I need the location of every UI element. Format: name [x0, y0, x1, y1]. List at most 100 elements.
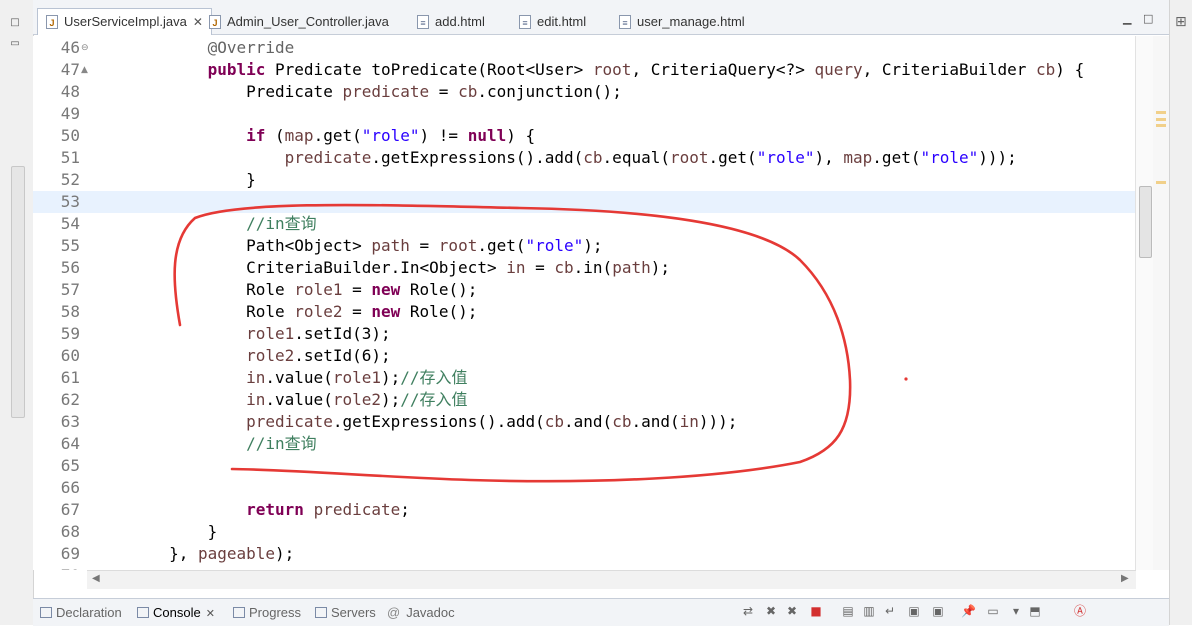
servers-icon: [315, 607, 327, 619]
java-file-icon: J: [209, 14, 221, 29]
tab-servers[interactable]: Servers: [315, 605, 376, 620]
code-line[interactable]: 48 Predicate predicate = cb.conjunction(…: [33, 81, 1135, 103]
clear-console-icon[interactable]: ▤: [841, 604, 855, 618]
code-text: Predicate predicate = cb.conjunction();: [92, 82, 622, 101]
maximize-icon[interactable]: ▭: [8, 38, 22, 50]
tab-progress[interactable]: Progress: [233, 605, 301, 620]
code-line[interactable]: 56 CriteriaBuilder.In<Object> in = cb.in…: [33, 257, 1135, 279]
line-number: 56: [60, 258, 80, 277]
code-line[interactable]: 57 Role role1 = new Role();: [33, 279, 1135, 301]
tab-user-manage-html[interactable]: ≡ user_manage.html: [619, 9, 745, 34]
maximize-icon[interactable]: □: [1143, 12, 1153, 25]
tab-label: Declaration: [56, 605, 122, 620]
tab-javadoc[interactable]: @ Javadoc: [387, 605, 455, 620]
line-number: 61: [60, 368, 80, 387]
code-area[interactable]: 46 ⊖ @Override 47 ▲ public Predicate toPred…: [33, 36, 1135, 570]
line-number: 49: [60, 104, 80, 123]
override-marker-icon[interactable]: ▲: [81, 59, 88, 81]
pin-console-icon[interactable]: 📌: [961, 604, 976, 618]
code-text: in.value(role2);//存入值: [246, 390, 468, 409]
code-text: Role role1 = new Role();: [92, 280, 478, 299]
right-trim-bar: ⊞: [1169, 0, 1192, 625]
vertical-scrollbar[interactable]: [1135, 36, 1154, 570]
remove-all-icon[interactable]: ✖: [785, 604, 799, 618]
code-text: }: [92, 170, 256, 189]
code-text: Path<Object> path = root.get("role");: [92, 236, 603, 255]
server-icon[interactable]: ⬒: [1028, 604, 1042, 618]
code-line[interactable]: 68 }: [33, 521, 1135, 543]
tab-label: user_manage.html: [637, 14, 745, 29]
tab-label: Progress: [249, 605, 302, 620]
tab-edit-html[interactable]: ≡ edit.html: [519, 9, 586, 34]
code-line[interactable]: 54 //in查询: [33, 213, 1135, 235]
tab-add-html[interactable]: ≡ add.html: [417, 9, 485, 34]
scroll-left-icon[interactable]: ◀: [92, 573, 100, 584]
code-line[interactable]: 66: [33, 477, 1135, 499]
code-line[interactable]: 50 if (map.get("role") != null) {: [33, 125, 1135, 147]
show-stderr-icon[interactable]: ▣: [931, 604, 945, 618]
left-scrollbar[interactable]: [11, 166, 25, 418]
perspective-icon[interactable]: ⊞: [1175, 14, 1187, 30]
code-line[interactable]: 67 return predicate;: [33, 499, 1135, 521]
code-line[interactable]: 49: [33, 103, 1135, 125]
overview-mark[interactable]: [1156, 181, 1166, 184]
code-text: in.value(role1);//存入值: [246, 368, 468, 387]
code-line[interactable]: 58 Role role2 = new Role();: [33, 301, 1135, 323]
tab-label: add.html: [435, 14, 485, 29]
tab-admin-user-controller-java[interactable]: J Admin_User_Controller.java: [209, 9, 389, 34]
horizontal-scrollbar[interactable]: ◀ ▶: [87, 570, 1136, 589]
ant-icon[interactable]: Ⓐ: [1073, 604, 1087, 618]
tab-console[interactable]: Console ✕: [137, 605, 215, 620]
code-line[interactable]: 64 //in查询: [33, 433, 1135, 455]
open-console-icon[interactable]: ▾: [1009, 604, 1023, 618]
terminate-icon[interactable]: ✖: [764, 604, 778, 618]
line-number: 55: [60, 236, 80, 255]
overview-mark[interactable]: [1156, 118, 1166, 121]
word-wrap-icon[interactable]: ↵: [883, 604, 897, 618]
display-console-icon[interactable]: ▭: [986, 604, 1000, 618]
code-line[interactable]: 65: [33, 455, 1135, 477]
code-text: }: [92, 522, 218, 541]
code-line[interactable]: 61 in.value(role1);//存入值: [33, 367, 1135, 389]
code-line[interactable]: 62 in.value(role2);//存入值: [33, 389, 1135, 411]
code-line[interactable]: 59 role1.setId(3);: [33, 323, 1135, 345]
line-number: 46: [60, 38, 80, 57]
minimize-icon[interactable]: ▁: [1123, 12, 1131, 25]
sync-icon[interactable]: ⇄: [741, 604, 755, 618]
editor-tab-bar: J UserServiceImpl.java ✕ J Admin_User_Contr…: [33, 0, 1169, 35]
scroll-lock-icon[interactable]: ▥: [862, 604, 876, 618]
code-line[interactable]: 52 }: [33, 169, 1135, 191]
code-line[interactable]: 46 ⊖ @Override: [33, 37, 1135, 59]
overview-mark[interactable]: [1156, 124, 1166, 127]
html-file-icon: ≡: [417, 14, 429, 29]
code-line[interactable]: 63 predicate.getExpressions().add(cb.and…: [33, 411, 1135, 433]
tab-userserviceimpl-java[interactable]: J UserServiceImpl.java ✕: [37, 8, 212, 35]
code-text: public Predicate toPredicate(Root<User> …: [207, 60, 1085, 79]
scroll-right-icon[interactable]: ▶: [1121, 573, 1129, 584]
line-number: 47: [60, 60, 80, 79]
code-line[interactable]: 47 ▲ public Predicate toPredicate(Root<Us…: [33, 59, 1135, 81]
tab-label: edit.html: [537, 14, 587, 29]
code-line[interactable]: 69 }, pageable);: [33, 543, 1135, 565]
line-number: 69: [60, 544, 80, 563]
overview-mark[interactable]: [1156, 111, 1166, 114]
left-trim-bar: □ ▭: [0, 0, 34, 625]
tab-declaration[interactable]: Declaration: [40, 605, 122, 620]
line-number: 67: [60, 500, 80, 519]
line-number: 63: [60, 412, 80, 431]
code-line[interactable]: 51 predicate.getExpressions().add(cb.equ…: [33, 147, 1135, 169]
line-number: 50: [60, 126, 80, 145]
stop-icon[interactable]: ■: [809, 604, 823, 618]
code-line[interactable]: 53: [33, 191, 1135, 213]
close-icon[interactable]: ✕: [193, 15, 203, 29]
line-number: 58: [60, 302, 80, 321]
restore-icon[interactable]: □: [8, 17, 22, 29]
scrollbar-thumb[interactable]: [1139, 186, 1152, 258]
line-number: 54: [60, 214, 80, 233]
show-stdout-icon[interactable]: ▣: [907, 604, 921, 618]
code-line[interactable]: 60 role2.setId(6);: [33, 345, 1135, 367]
code-line[interactable]: 55 Path<Object> path = root.get("role");: [33, 235, 1135, 257]
close-icon[interactable]: ✕: [206, 608, 215, 620]
fold-toggle-icon[interactable]: ⊖: [81, 37, 89, 59]
tab-label: UserServiceImpl.java: [64, 14, 187, 29]
